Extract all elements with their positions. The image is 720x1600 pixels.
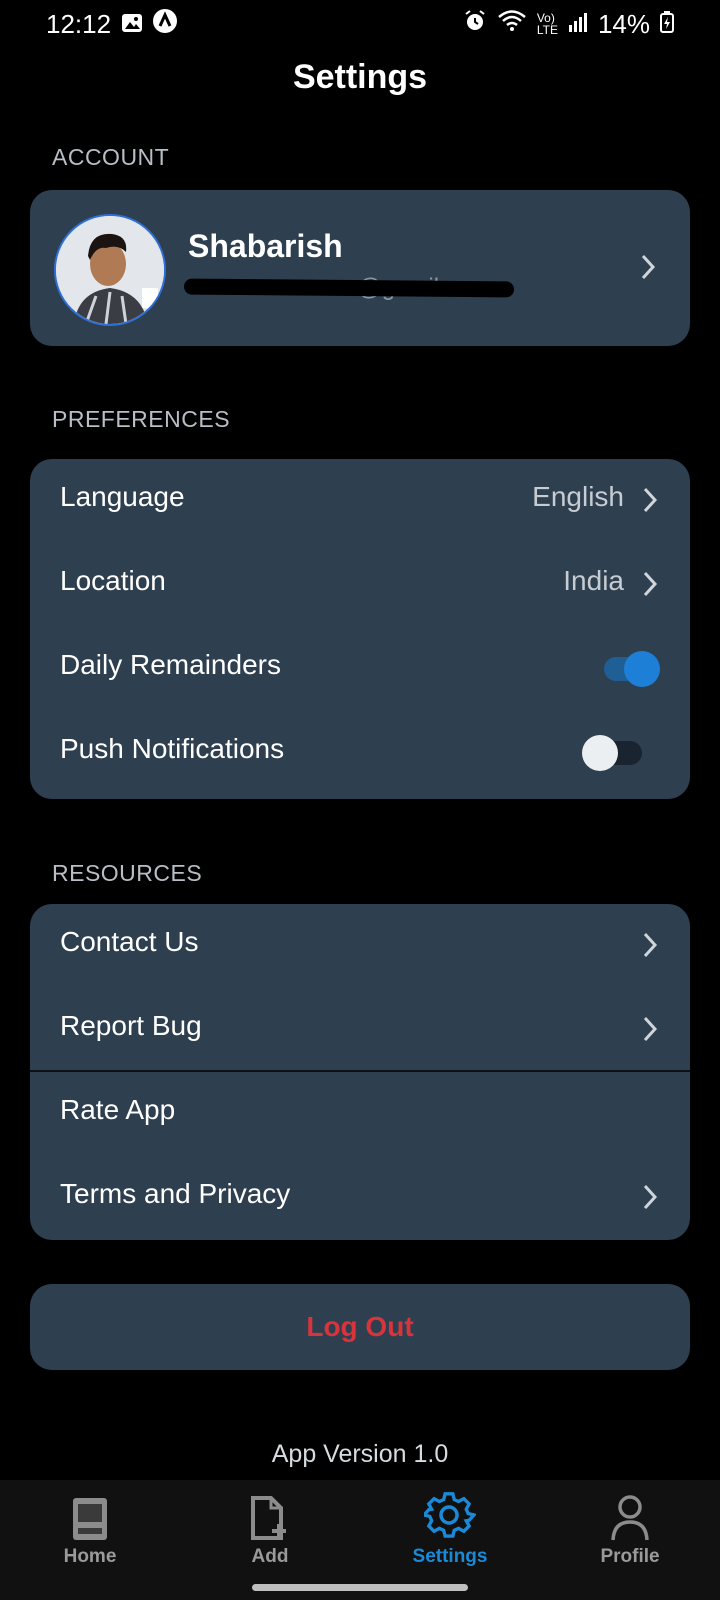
resources-card: Contact Us Report Bug Rate App Terms and… bbox=[30, 904, 690, 1240]
volte-icon: Vo) LTE bbox=[536, 11, 558, 37]
nav-add[interactable]: Add bbox=[180, 1488, 360, 1584]
contact-us-label: Contact Us bbox=[60, 926, 199, 957]
book-icon bbox=[0, 1488, 180, 1542]
resources-section-label: RESOURCES bbox=[52, 860, 203, 886]
nav-settings[interactable]: Settings bbox=[360, 1488, 540, 1584]
preferences-section-label: PREFERENCES bbox=[52, 406, 231, 432]
status-bar: 12:12 Vo) LTE 14% bbox=[0, 0, 720, 48]
rate-app-row[interactable]: Rate App bbox=[30, 1072, 690, 1154]
terms-privacy-label: Terms and Privacy bbox=[60, 1178, 291, 1209]
account-section-label: ACCOUNT bbox=[52, 144, 170, 170]
report-bug-row[interactable]: Report Bug bbox=[30, 988, 690, 1070]
push-notifications-toggle[interactable] bbox=[582, 735, 646, 771]
logout-button[interactable]: Log Out bbox=[30, 1284, 690, 1370]
report-bug-label: Report Bug bbox=[60, 1010, 202, 1041]
battery-percent: 14% bbox=[597, 8, 650, 39]
page-title: Settings bbox=[292, 58, 428, 96]
battery-icon bbox=[660, 9, 674, 40]
daily-reminders-toggle[interactable] bbox=[600, 651, 660, 687]
chevron-right-icon bbox=[640, 928, 660, 962]
status-time: 12:12 bbox=[46, 8, 112, 39]
email-redaction bbox=[183, 278, 515, 298]
daily-reminders-label: Daily Remainders bbox=[60, 649, 281, 680]
nav-settings-label: Settings bbox=[412, 1546, 488, 1567]
add-file-icon bbox=[180, 1488, 360, 1542]
chevron-right-icon bbox=[638, 250, 658, 284]
gear-icon bbox=[360, 1488, 540, 1542]
chevron-right-icon bbox=[640, 1180, 660, 1214]
location-row[interactable]: Location India bbox=[30, 543, 690, 625]
nav-profile-label: Profile bbox=[600, 1546, 660, 1567]
chevron-right-icon bbox=[640, 1012, 660, 1046]
push-notifications-label: Push Notifications bbox=[60, 733, 285, 764]
terms-privacy-row[interactable]: Terms and Privacy bbox=[30, 1156, 690, 1238]
location-label: Location bbox=[60, 565, 166, 596]
signal-icon bbox=[568, 9, 588, 40]
nav-profile[interactable]: Profile bbox=[540, 1488, 720, 1584]
app-notification-icon bbox=[153, 8, 178, 40]
home-indicator[interactable] bbox=[252, 1584, 468, 1591]
person-icon bbox=[540, 1488, 720, 1542]
wifi-icon bbox=[497, 9, 527, 40]
image-icon bbox=[121, 9, 143, 40]
account-card[interactable]: Shabarish xxxxxxxxxxxxxa@gmail.com bbox=[30, 190, 690, 346]
chevron-right-icon bbox=[640, 567, 660, 601]
app-version: App Version 1.0 bbox=[271, 1440, 449, 1468]
language-label: Language bbox=[60, 481, 185, 512]
push-notifications-row: Push Notifications bbox=[30, 711, 690, 793]
language-value: English bbox=[532, 481, 624, 512]
preferences-card: Language English Location India Daily Re… bbox=[30, 459, 690, 799]
chevron-right-icon bbox=[640, 483, 660, 517]
account-name: Shabarish bbox=[188, 228, 343, 264]
nav-add-label: Add bbox=[251, 1546, 289, 1567]
nav-home-label: Home bbox=[63, 1546, 117, 1567]
language-row[interactable]: Language English bbox=[30, 459, 690, 541]
avatar bbox=[54, 214, 166, 326]
rate-app-label: Rate App bbox=[60, 1094, 176, 1125]
bottom-nav: Home Add Settings Profile bbox=[0, 1480, 720, 1600]
alarm-icon bbox=[463, 9, 487, 40]
location-value: India bbox=[563, 565, 624, 596]
daily-reminders-row: Daily Remainders bbox=[30, 627, 690, 709]
contact-us-row[interactable]: Contact Us bbox=[30, 904, 690, 986]
nav-home[interactable]: Home bbox=[0, 1488, 180, 1584]
